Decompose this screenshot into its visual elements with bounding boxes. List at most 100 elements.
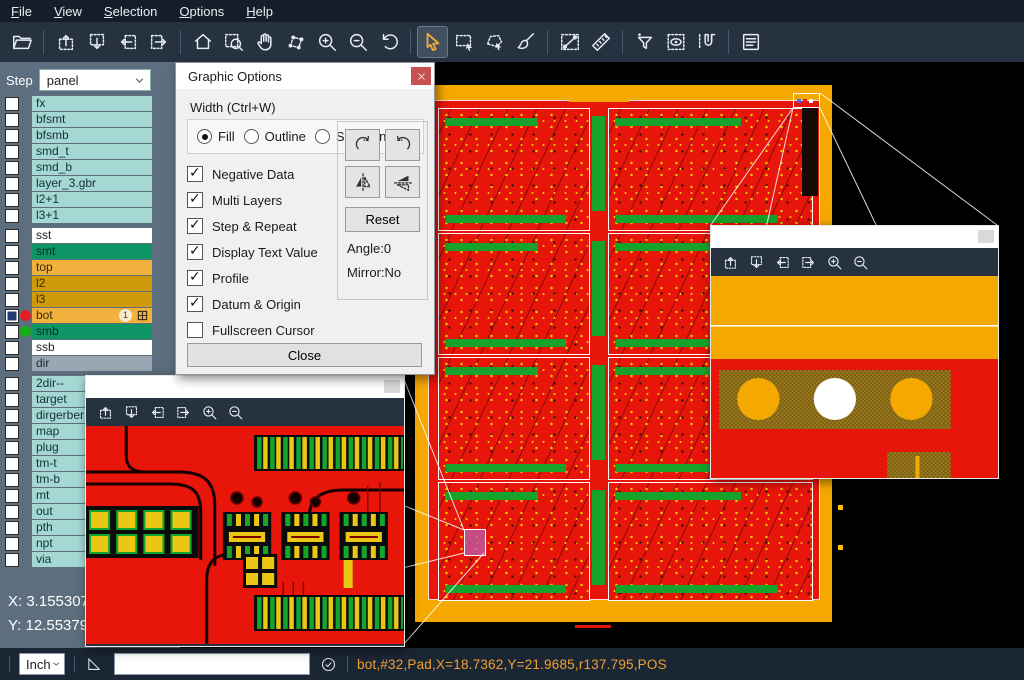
layer-row-smd_t[interactable]: smd_t bbox=[0, 144, 180, 159]
tool-pan-down[interactable] bbox=[82, 27, 111, 57]
layer-checkbox[interactable] bbox=[5, 277, 19, 291]
layer-checkbox[interactable] bbox=[5, 473, 19, 487]
command-input[interactable] bbox=[114, 653, 310, 675]
layer-name[interactable]: ssb bbox=[32, 340, 152, 355]
layer-checkbox[interactable] bbox=[5, 553, 19, 567]
option-step-repeat[interactable]: Step & Repeat bbox=[187, 213, 318, 239]
tool-zoom-out[interactable] bbox=[343, 27, 372, 57]
layer-checkbox[interactable] bbox=[5, 161, 19, 175]
tool-pan-up[interactable] bbox=[93, 401, 117, 423]
tool-pan-right[interactable] bbox=[171, 401, 195, 423]
tool-zoom-out[interactable] bbox=[848, 251, 872, 273]
menu-file[interactable]: File bbox=[0, 2, 43, 21]
layer-row-top[interactable]: top bbox=[0, 260, 180, 275]
radio-fill[interactable]: Fill bbox=[197, 129, 235, 144]
layer-checkbox[interactable] bbox=[5, 457, 19, 471]
layer-name[interactable]: bfsmt bbox=[32, 112, 152, 127]
tool-view-options[interactable] bbox=[661, 27, 690, 57]
radio-dot[interactable] bbox=[244, 129, 259, 144]
rotate-cw-button[interactable] bbox=[345, 129, 380, 161]
layer-checkbox[interactable] bbox=[5, 325, 19, 339]
tool-zoom-in[interactable] bbox=[197, 401, 221, 423]
layer-row-bfsmb[interactable]: bfsmb bbox=[0, 128, 180, 143]
tool-pan-down[interactable] bbox=[744, 251, 768, 273]
layer-name[interactable]: l2 bbox=[32, 276, 152, 291]
layer-checkbox[interactable] bbox=[5, 377, 19, 391]
layer-name[interactable]: smb bbox=[32, 324, 152, 339]
layer-name[interactable]: l3+1 bbox=[32, 208, 152, 223]
option-negative-data[interactable]: Negative Data bbox=[187, 161, 318, 187]
layer-name[interactable]: bot1 bbox=[32, 308, 152, 323]
apply-refresh-icon[interactable] bbox=[318, 654, 338, 674]
layer-name[interactable]: smd_b bbox=[32, 160, 152, 175]
tool-select-cursor[interactable] bbox=[418, 27, 447, 57]
corner-angle-icon[interactable] bbox=[84, 654, 104, 674]
rotate-ccw-button[interactable] bbox=[385, 129, 420, 161]
menu-options[interactable]: Options bbox=[168, 2, 235, 21]
tool-zoom-out[interactable] bbox=[223, 401, 247, 423]
tool-home-view[interactable] bbox=[188, 27, 217, 57]
radio-dot[interactable] bbox=[315, 129, 330, 144]
tool-pan-down[interactable] bbox=[119, 401, 143, 423]
tool-ruler[interactable] bbox=[586, 27, 615, 57]
layer-row-layer_3.gbr[interactable]: layer_3.gbr bbox=[0, 176, 180, 191]
layer-checkbox[interactable] bbox=[5, 357, 19, 371]
layer-checkbox[interactable] bbox=[5, 505, 19, 519]
layer-row-smt[interactable]: smt bbox=[0, 244, 180, 259]
option-profile[interactable]: Profile bbox=[187, 265, 318, 291]
radio-dot[interactable] bbox=[197, 129, 212, 144]
layer-name[interactable]: dir bbox=[32, 356, 152, 371]
layer-checkbox[interactable] bbox=[5, 521, 19, 535]
dialog-close-button[interactable] bbox=[411, 67, 431, 85]
layer-name[interactable]: top bbox=[32, 260, 152, 275]
checkbox[interactable] bbox=[187, 270, 203, 286]
layer-name[interactable]: bfsmb bbox=[32, 128, 152, 143]
layer-name[interactable]: layer_3.gbr bbox=[32, 176, 152, 191]
tool-snap[interactable] bbox=[692, 27, 721, 57]
layer-checkbox[interactable] bbox=[5, 177, 19, 191]
checkbox[interactable] bbox=[187, 218, 203, 234]
tool-zoom-in[interactable] bbox=[312, 27, 341, 57]
unit-select[interactable]: Inch bbox=[19, 653, 65, 675]
layer-name[interactable]: fx bbox=[32, 96, 152, 111]
layer-name[interactable]: sst bbox=[32, 228, 152, 243]
tool-open-file[interactable] bbox=[7, 27, 36, 57]
layer-checkbox[interactable] bbox=[5, 145, 19, 159]
tool-pan-hand[interactable] bbox=[250, 27, 279, 57]
checkbox[interactable] bbox=[187, 192, 203, 208]
menu-view[interactable]: View bbox=[43, 2, 93, 21]
layer-row-dir[interactable]: dir bbox=[0, 356, 180, 371]
checkbox[interactable] bbox=[187, 296, 203, 312]
magnifier-1-view[interactable] bbox=[86, 426, 404, 644]
radio-outline[interactable]: Outline bbox=[244, 129, 306, 144]
reset-button[interactable]: Reset bbox=[345, 207, 420, 232]
layer-row-bfsmt[interactable]: bfsmt bbox=[0, 112, 180, 127]
layer-checkbox[interactable] bbox=[5, 229, 19, 243]
tool-clear-brush[interactable] bbox=[511, 27, 540, 57]
tool-pan-right[interactable] bbox=[144, 27, 173, 57]
mirror-horizontal-button[interactable] bbox=[385, 166, 420, 198]
menu-selection[interactable]: Selection bbox=[93, 2, 168, 21]
tool-panel-list[interactable] bbox=[736, 27, 765, 57]
tool-zoom-area[interactable] bbox=[219, 27, 248, 57]
option-multi-layers[interactable]: Multi Layers bbox=[187, 187, 318, 213]
tool-poly-move[interactable] bbox=[281, 27, 310, 57]
tool-pan-left[interactable] bbox=[770, 251, 794, 273]
magnifier-2-view[interactable] bbox=[711, 276, 998, 478]
tool-filter[interactable] bbox=[630, 27, 659, 57]
option-datum-origin[interactable]: Datum & Origin bbox=[187, 291, 318, 317]
layer-checkbox[interactable] bbox=[5, 393, 19, 407]
tool-pan-right[interactable] bbox=[796, 251, 820, 273]
magnifier-1-titlebar[interactable] bbox=[86, 376, 404, 398]
layer-name[interactable]: smd_t bbox=[32, 144, 152, 159]
layer-checkbox[interactable] bbox=[5, 97, 19, 111]
tool-pan-left[interactable] bbox=[113, 27, 142, 57]
layer-grid-icon[interactable] bbox=[137, 310, 148, 321]
layer-name[interactable]: l3 bbox=[32, 292, 152, 307]
layer-name[interactable]: smt bbox=[32, 244, 152, 259]
layer-row-fx[interactable]: fx bbox=[0, 96, 180, 111]
layer-row-smb[interactable]: smb bbox=[0, 324, 180, 339]
option-fullscreen-cursor[interactable]: Fullscreen Cursor bbox=[187, 317, 318, 343]
layer-checkbox[interactable] bbox=[5, 245, 19, 259]
tool-measure-distance[interactable] bbox=[555, 27, 584, 57]
